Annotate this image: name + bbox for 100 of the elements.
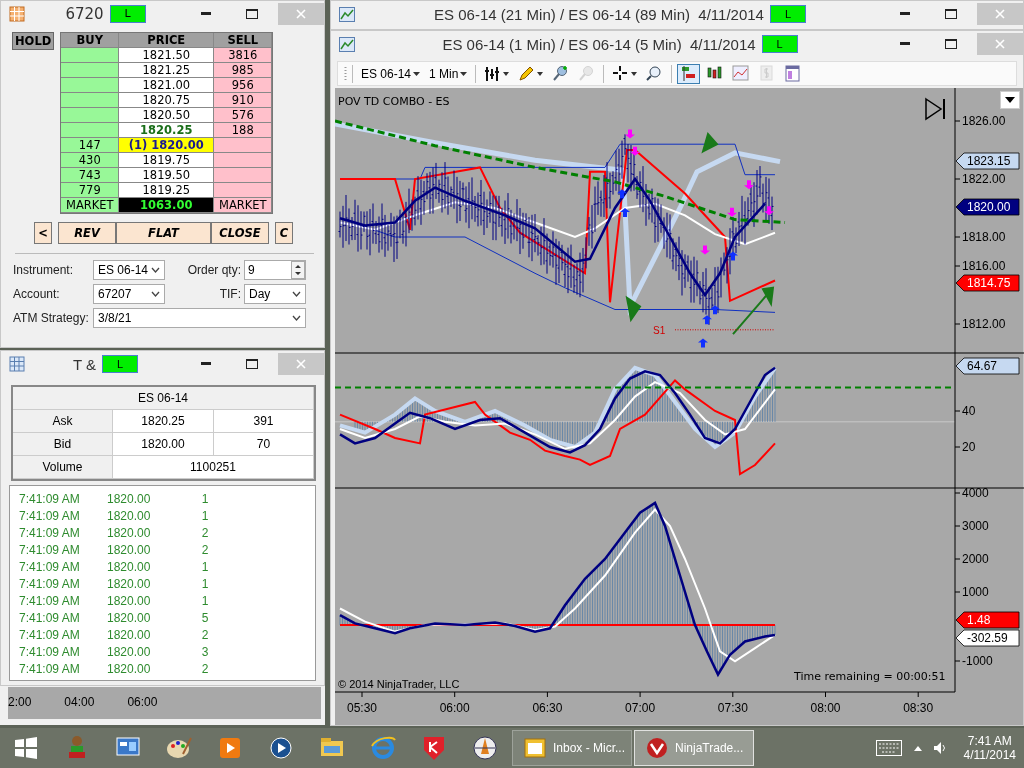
minimize-icon: [900, 42, 910, 46]
field-label: TIF:: [218, 287, 242, 301]
price-cell: (1) 1820.00: [119, 138, 215, 153]
axis-label: 1812.00: [962, 317, 1006, 331]
jump-to-end-icon[interactable]: [925, 97, 945, 121]
link-badge[interactable]: L: [102, 355, 139, 373]
speaker-icon[interactable]: [933, 742, 946, 754]
price-cell: 1821.25: [119, 63, 215, 78]
sell-cell[interactable]: 985: [214, 63, 273, 78]
sell-cell[interactable]: [214, 183, 273, 198]
browser-icon: [368, 734, 397, 762]
buy-cell[interactable]: 743: [61, 168, 120, 183]
maximize-icon: [246, 9, 258, 19]
instrument-dropdown[interactable]: ES 06-14: [93, 260, 165, 280]
price-cell: 1819.75: [119, 153, 215, 168]
time-label: 07:30: [717, 701, 748, 715]
buy-cell[interactable]: [61, 93, 120, 108]
atm-strategy-dropdown[interactable]: 3/8/21: [93, 308, 306, 328]
copyright-text: © 2014 NinjaTrader, LLC: [338, 678, 460, 690]
quote-label: Ask: [13, 410, 113, 433]
buy-cell[interactable]: [61, 78, 120, 93]
trade-time: 7:41:09 AM: [19, 661, 81, 678]
sell-cell[interactable]: 910: [214, 93, 273, 108]
time-label: 04:00: [64, 695, 95, 709]
trade-time: 7:41:09 AM: [19, 525, 81, 542]
reverse-button[interactable]: REV: [58, 222, 116, 244]
buy-cell[interactable]: 147: [61, 138, 120, 153]
link-badge[interactable]: L: [769, 5, 806, 23]
trade-size: 1: [200, 508, 210, 525]
axis-label: 1816.00: [962, 259, 1006, 273]
quote-price: 1820.00: [113, 433, 214, 456]
clock-time[interactable]: 7:41 AM: [963, 734, 1016, 748]
sell-cell[interactable]: 3816: [214, 48, 273, 63]
buy-cell[interactable]: [61, 108, 120, 123]
taskbar-window-button[interactable]: Inbox - Micr...: [512, 730, 632, 766]
buy-cell[interactable]: 430: [61, 153, 120, 168]
buy-cell[interactable]: [61, 63, 120, 78]
price-cell: 1821.00: [119, 78, 215, 93]
down-arrow-marker: [744, 180, 754, 190]
buy-cell[interactable]: [61, 48, 120, 63]
sell-cell[interactable]: 576: [214, 108, 273, 123]
sell-cell[interactable]: 188: [214, 123, 273, 138]
trade-price: 1820.00: [107, 627, 152, 644]
compass-app-icon: [470, 734, 499, 762]
price-marker-tag: 64.67: [955, 357, 1020, 375]
up-arrow-marker: [617, 189, 627, 199]
indicator-label: POV TD COMBO - ES: [338, 95, 450, 108]
trade-time: 7:41:09 AM: [19, 644, 81, 661]
cancel-button[interactable]: C: [275, 222, 293, 244]
chevron-down-icon: [151, 267, 160, 273]
sell-cell[interactable]: [214, 138, 273, 153]
keyboard-icon[interactable]: [875, 740, 902, 756]
up-arrow-marker: [698, 338, 708, 348]
up-arrow-marker: [728, 251, 738, 261]
link-badge[interactable]: L: [761, 35, 798, 53]
buy-cell[interactable]: 779: [61, 183, 120, 198]
quote-label: Bid: [13, 433, 113, 456]
back-button[interactable]: <: [34, 222, 52, 244]
account-dropdown[interactable]: 67207: [93, 284, 165, 304]
up-arrow-marker: [702, 315, 712, 325]
flatten-button[interactable]: FLAT: [116, 222, 211, 244]
sell-cell[interactable]: MARKET: [214, 198, 273, 213]
trade-price: 1820.00: [107, 508, 152, 525]
sell-cell[interactable]: 956: [214, 78, 273, 93]
price-cell: 1820.25: [119, 123, 215, 138]
time-label: 08:00: [810, 701, 841, 715]
chevron-down-icon: [292, 291, 301, 297]
sell-cell[interactable]: [214, 168, 273, 183]
buy-cell[interactable]: [61, 123, 120, 138]
minimize-icon: [201, 362, 211, 366]
axis-label: 40: [962, 404, 976, 418]
logo-icon: [645, 736, 669, 760]
caret-up-icon[interactable]: [913, 745, 922, 751]
buy-cell[interactable]: MARKET: [61, 198, 120, 213]
trade-size: 5: [200, 610, 210, 627]
close-position-button[interactable]: CLOSE: [211, 222, 269, 244]
quantity-spinner[interactable]: 9: [244, 260, 306, 280]
trade-time: 7:41:09 AM: [19, 627, 81, 644]
axis-label: 4000: [962, 486, 989, 500]
time-label: 06:30: [532, 701, 563, 715]
field-label: Instrument:: [13, 263, 75, 277]
hold-button[interactable]: HOLD: [12, 32, 55, 50]
minimize-icon: [900, 12, 910, 16]
trade-time: 7:41:09 AM: [19, 576, 81, 593]
up-arrow-marker: [620, 208, 630, 217]
price-marker-tag: 1814.75: [955, 274, 1020, 292]
price-cell: 1063.00: [119, 198, 215, 213]
trade-time: 7:41:09 AM: [19, 559, 81, 576]
sell-cell[interactable]: [214, 153, 273, 168]
clock-date[interactable]: 4/11/2014: [963, 748, 1016, 762]
trade-size: 1: [200, 491, 210, 508]
down-arrow-marker: [727, 207, 737, 217]
down-arrow-marker: [630, 146, 640, 156]
trend-arrow-marker: [701, 132, 719, 154]
tif-dropdown[interactable]: Day: [244, 284, 306, 304]
close-icon: [296, 359, 306, 369]
link-badge[interactable]: L: [109, 5, 146, 23]
trade-size: 2: [200, 627, 210, 644]
panel-menu-button[interactable]: [1000, 91, 1020, 109]
axis-label: 3000: [962, 519, 989, 533]
